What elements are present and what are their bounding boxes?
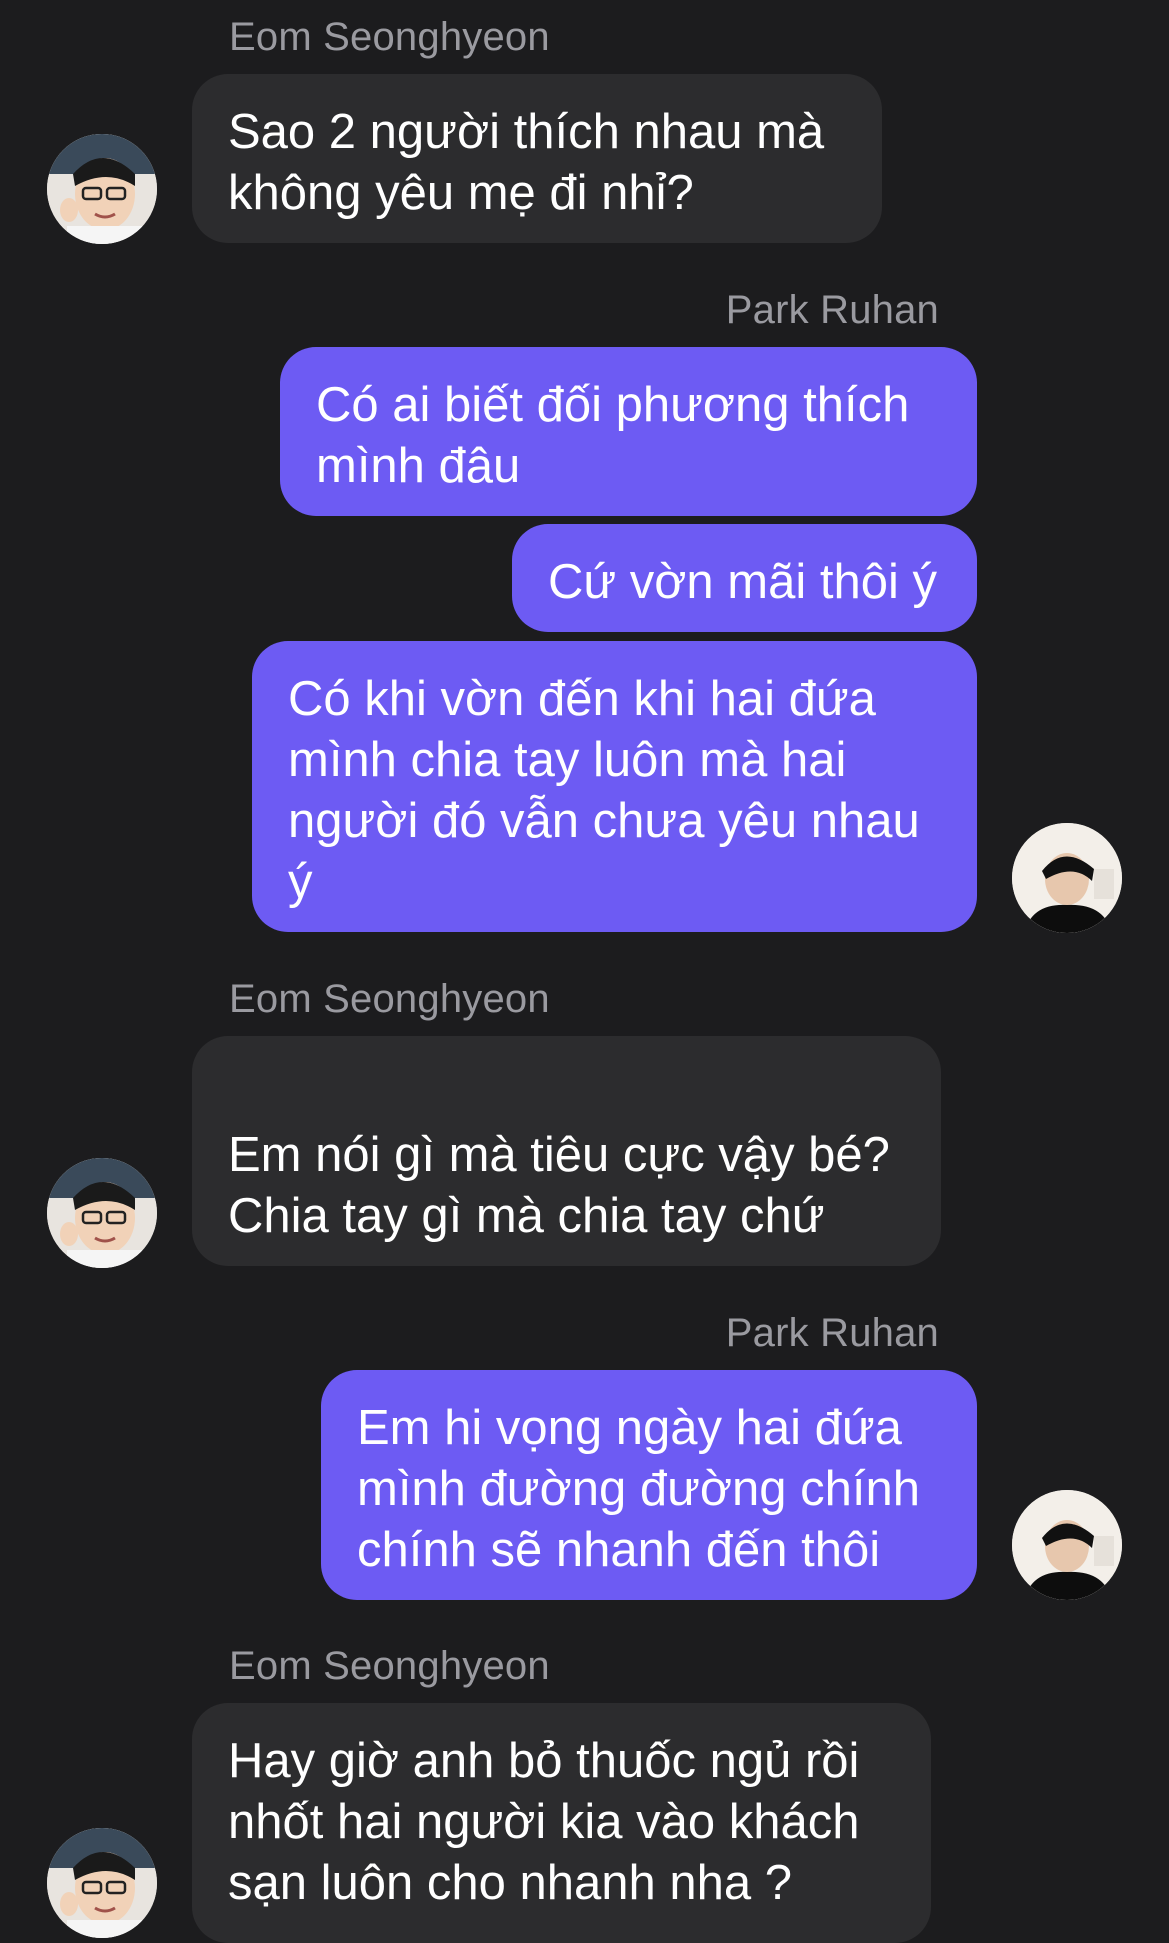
incoming-message-bubble[interactable]: Em nói gì mà tiêu cực vậy bé? Chia tay g… — [192, 1036, 941, 1266]
incoming-message-bubble[interactable]: Sao 2 người thích nhau mà không yêu mẹ đ… — [192, 74, 882, 243]
message-text: Em nói gì mà tiêu cực vậy bé? Chia tay g… — [228, 1128, 890, 1243]
avatar-park-ruhan[interactable] — [1012, 1490, 1122, 1600]
sender-name: Park Ruhan — [725, 288, 939, 332]
outgoing-message-bubble[interactable]: Cứ vờn mãi thôi ý — [512, 524, 977, 632]
sender-name: Eom Seonghyeon — [229, 977, 550, 1021]
sender-name: Eom Seonghyeon — [229, 15, 550, 59]
avatar-park-ruhan[interactable] — [1012, 823, 1122, 933]
chat-thread[interactable]: Eom Seonghyeon Sao 2 người thích nhau mà… — [0, 0, 1169, 1943]
incoming-message-bubble[interactable]: Hay giờ anh bỏ thuốc ngủ rồi nhốt hai ng… — [192, 1703, 931, 1943]
sender-name: Eom Seonghyeon — [229, 1644, 550, 1688]
avatar-eom-seonghyeon[interactable] — [47, 1828, 157, 1938]
sender-name: Park Ruhan — [725, 1311, 939, 1355]
outgoing-message-bubble[interactable]: Có ai biết đối phương thích mình đâu — [280, 347, 977, 516]
outgoing-message-bubble[interactable]: Em hi vọng ngày hai đứa mình đường đường… — [321, 1370, 977, 1600]
avatar-eom-seonghyeon[interactable] — [47, 134, 157, 244]
avatar-eom-seonghyeon[interactable] — [47, 1158, 157, 1268]
outgoing-message-bubble[interactable]: Có khi vờn đến khi hai đứa mình chia tay… — [252, 641, 977, 932]
